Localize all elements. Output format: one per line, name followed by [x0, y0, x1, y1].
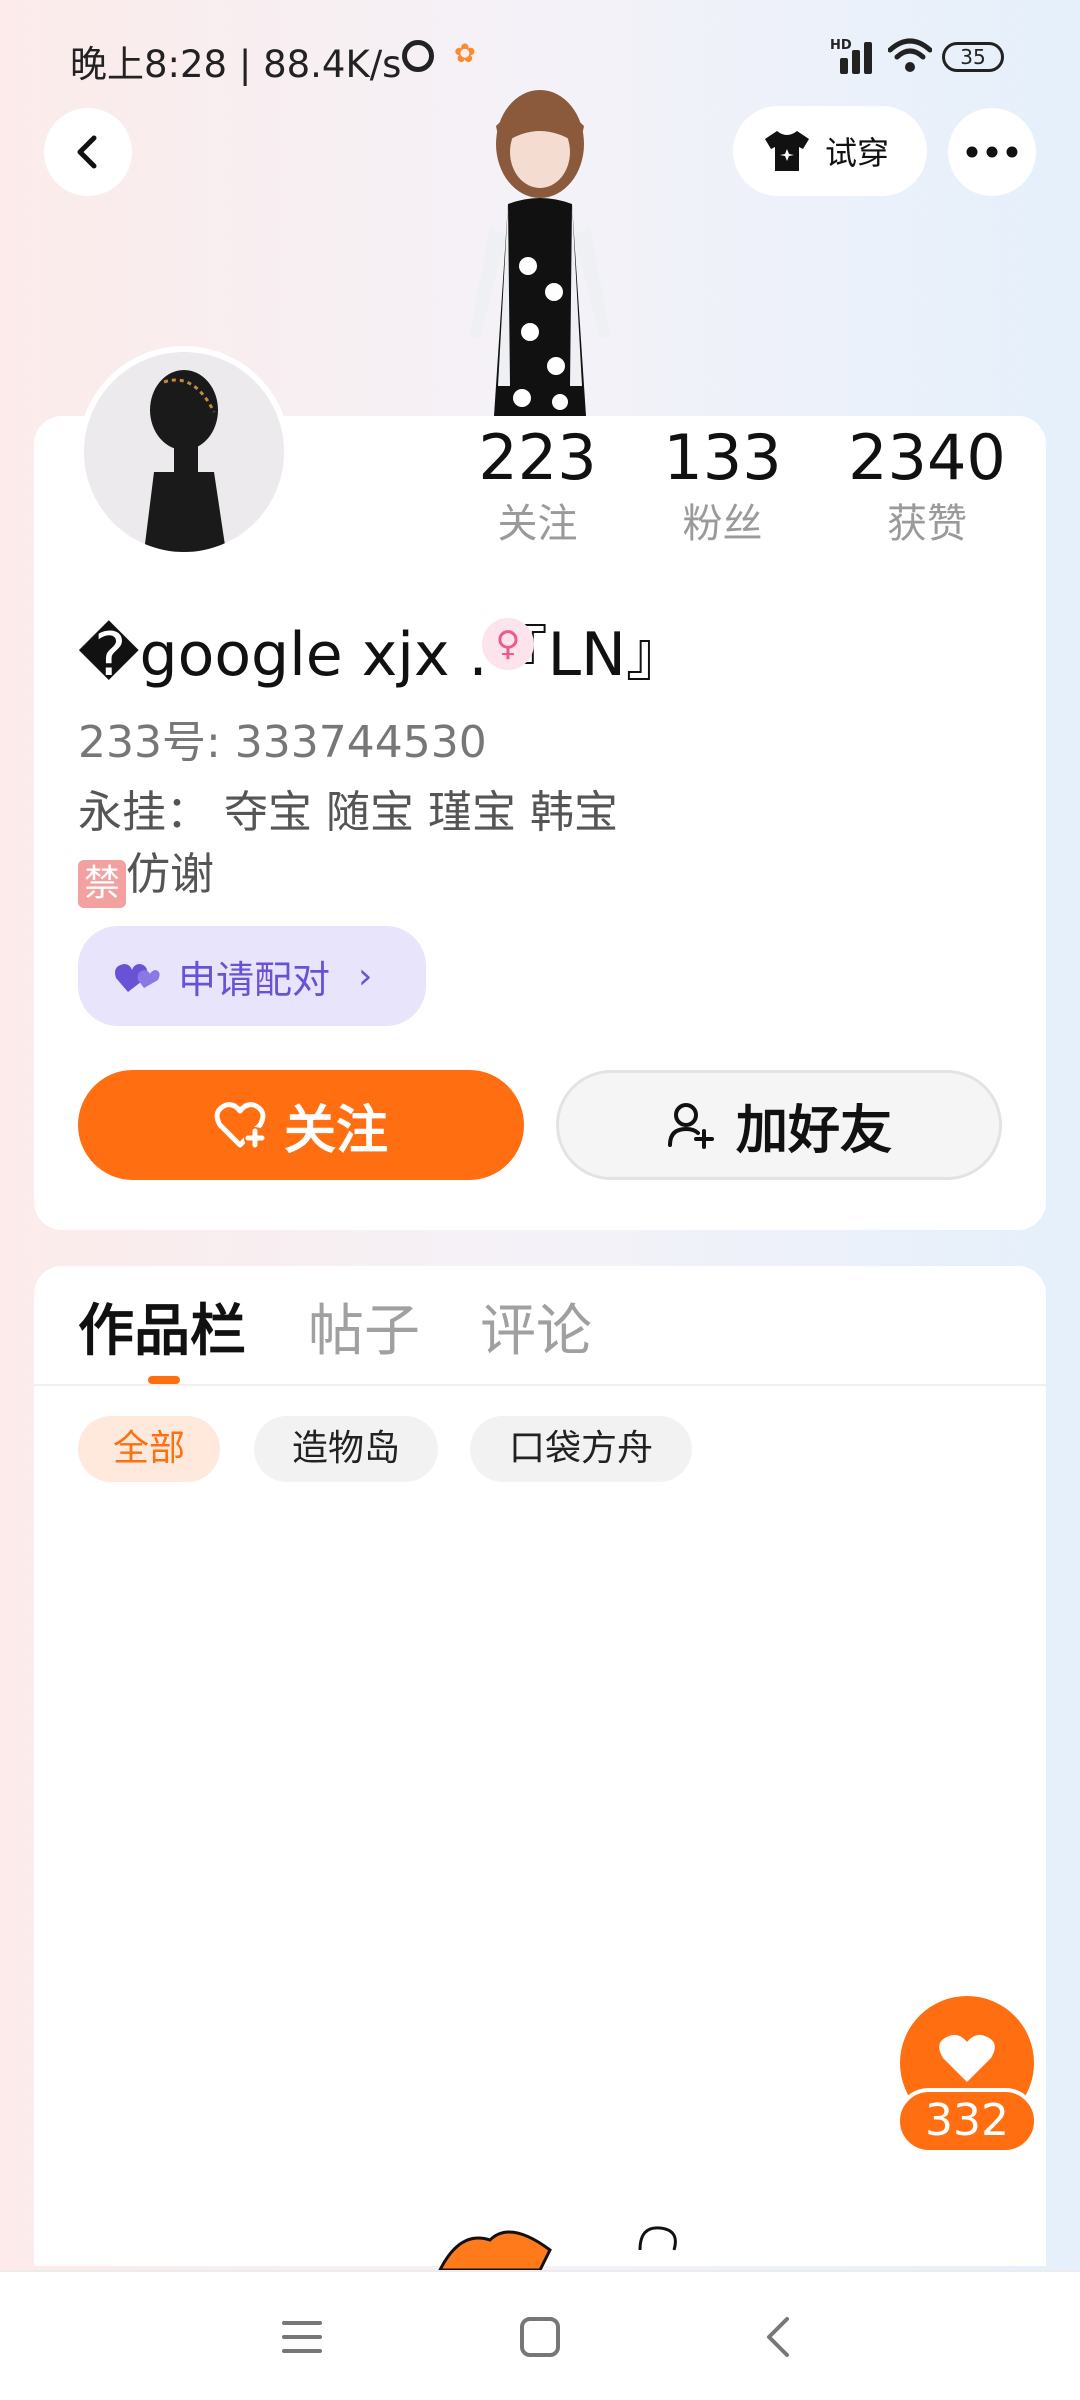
stat-followers[interactable]: 133 粉丝	[655, 420, 790, 552]
chevron-left-icon	[77, 135, 97, 169]
battery-icon: 35	[942, 42, 1004, 72]
menu-icon	[282, 2321, 322, 2353]
female-icon: ♀	[482, 618, 534, 670]
square-icon	[520, 2317, 560, 2357]
more-button[interactable]	[948, 108, 1036, 196]
signal-icon: HD	[830, 38, 878, 74]
nav-back-button[interactable]	[718, 2272, 838, 2400]
back-button[interactable]	[44, 108, 132, 196]
nav-menu-button[interactable]	[242, 2272, 362, 2400]
status-time: 晚上8:28 | 88.4K/s	[70, 43, 402, 86]
chevron-right-icon: ›	[358, 955, 373, 997]
likes-label: 获赞	[887, 501, 967, 547]
tab-divider	[34, 1384, 1046, 1386]
more-horizontal-icon	[966, 146, 1018, 158]
try-on-button[interactable]: 试穿	[733, 106, 927, 196]
nav-home-button[interactable]	[480, 2272, 600, 2400]
followers-label: 粉丝	[682, 501, 763, 547]
avatar-image	[84, 352, 284, 552]
user-id: 233号: 333744530	[78, 717, 487, 768]
wifi-icon	[888, 38, 932, 72]
apply-pair-button[interactable]: 申请配对 ›	[78, 926, 426, 1026]
character-figure-image	[470, 90, 610, 416]
empty-state-illustration	[430, 2220, 720, 2270]
hearts-icon	[115, 964, 160, 992]
following-label: 关注	[497, 501, 578, 547]
avatar[interactable]	[78, 346, 290, 558]
alarm-icon	[402, 40, 434, 72]
bio: 永挂： 夺宝 随宝 瑾宝 韩宝 禁仿谢	[78, 782, 618, 908]
filter-chip-sandbox[interactable]: 造物岛	[254, 1416, 438, 1482]
apply-pair-label: 申请配对	[178, 957, 331, 1002]
follow-label: 关注	[283, 1100, 388, 1161]
stat-likes[interactable]: 2340 获赞	[842, 420, 1012, 552]
tab-comments[interactable]: 评论	[480, 1286, 592, 1367]
heart-plus-icon	[214, 1102, 266, 1149]
tab-works[interactable]: 作品栏	[78, 1286, 246, 1367]
add-friend-button[interactable]: 加好友	[556, 1070, 1002, 1180]
active-tab-indicator	[148, 1376, 180, 1384]
ban-emoji-icon: 禁	[78, 860, 126, 908]
follow-button[interactable]: 关注	[78, 1070, 524, 1180]
username: �google xjx .『LN』	[78, 620, 686, 690]
tshirt-icon	[765, 131, 809, 171]
filter-chip-pocket-ark[interactable]: 口袋方舟	[470, 1416, 692, 1482]
bio-line-2: 禁仿谢	[78, 844, 618, 908]
tab-posts[interactable]: 帖子	[308, 1286, 420, 1367]
bio-line-2-text: 仿谢	[126, 849, 214, 900]
avatar-3d-figure[interactable]	[440, 86, 640, 416]
try-on-label: 试穿	[825, 134, 890, 172]
app-notification-icon: ✿	[454, 39, 476, 69]
heart-icon	[939, 2034, 995, 2082]
following-count: 223	[478, 421, 597, 494]
bio-line-1: 永挂： 夺宝 随宝 瑾宝 韩宝	[78, 787, 618, 838]
chevron-left-icon	[767, 2317, 789, 2357]
filter-chip-all[interactable]: 全部	[78, 1416, 220, 1482]
stat-following[interactable]: 223 关注	[470, 420, 605, 552]
likes-count: 2340	[848, 421, 1006, 494]
add-friend-label: 加好友	[735, 1100, 892, 1161]
user-plus-icon	[667, 1103, 714, 1149]
followers-count: 133	[663, 421, 782, 494]
system-nav-bar	[0, 2270, 1080, 2400]
like-count[interactable]: 332	[896, 2088, 1038, 2154]
